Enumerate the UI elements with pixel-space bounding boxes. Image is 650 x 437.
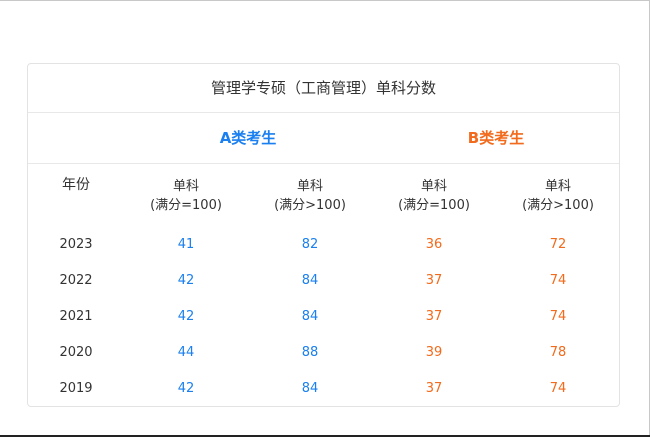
- cell-b-single-gt100: 72: [549, 237, 567, 252]
- cell-b-single-gt100: 74: [549, 381, 567, 396]
- header-a-single-100-line2: (满分=100): [150, 198, 222, 213]
- cell-a-single-100: 44: [177, 345, 195, 360]
- cell-b-single-gt100: 78: [549, 345, 567, 360]
- header-a-single-gt100-line2: (满分>100): [274, 198, 346, 213]
- cell-a-single-gt100: 84: [301, 381, 319, 396]
- cell-a-single-100: 42: [177, 381, 195, 396]
- table-row: 2020 44 88 39 78: [28, 335, 619, 371]
- table-row: 2023 41 82 36 72: [28, 227, 619, 263]
- table-row: 2022 42 84 37 74: [28, 263, 619, 299]
- header-b-single-gt100-line2: (满分>100): [522, 198, 594, 213]
- cell-b-single-100: 37: [425, 273, 443, 288]
- header-b-single-100-line1: 单科: [420, 179, 447, 194]
- group-b-label: B类考生: [467, 129, 525, 147]
- cell-year: 2023: [59, 237, 93, 252]
- header-a-single-100-line1: 单科: [172, 179, 199, 194]
- frame-top-border: [0, 0, 650, 1]
- cell-b-single-100: 37: [425, 381, 443, 396]
- cell-a-single-100: 41: [177, 237, 195, 252]
- header-b-single-100: 单科 (满分=100): [372, 177, 496, 215]
- cell-a-single-100: 42: [177, 273, 195, 288]
- header-b-single-gt100: 单科 (满分>100): [496, 177, 619, 215]
- header-year: 年份: [62, 177, 90, 193]
- cell-b-single-100: 37: [425, 309, 443, 324]
- table-title: 管理学专硕（工商管理）单科分数: [28, 64, 619, 113]
- group-header-row: A类考生 B类考生: [28, 113, 619, 164]
- group-a-label: A类考生: [219, 129, 277, 147]
- cell-b-single-gt100: 74: [549, 273, 567, 288]
- cell-year: 2020: [59, 345, 93, 360]
- cell-year: 2022: [59, 273, 93, 288]
- header-a-single-100: 单科 (满分=100): [124, 177, 248, 215]
- cell-a-single-gt100: 82: [301, 237, 319, 252]
- header-a-single-gt100: 单科 (满分>100): [248, 177, 372, 215]
- cell-b-single-100: 39: [425, 345, 443, 360]
- cell-a-single-gt100: 88: [301, 345, 319, 360]
- score-table-card: 管理学专硕（工商管理）单科分数 A类考生 B类考生 年份 单科 (满分=100)…: [27, 63, 620, 407]
- cell-b-single-gt100: 74: [549, 309, 567, 324]
- cell-year: 2019: [59, 381, 93, 396]
- header-a-single-gt100-line1: 单科: [296, 179, 323, 194]
- table-row: 2019 42 84 37 74: [28, 371, 619, 406]
- cell-b-single-100: 36: [425, 237, 443, 252]
- header-b-single-gt100-line1: 单科: [544, 179, 571, 194]
- cell-a-single-gt100: 84: [301, 273, 319, 288]
- cell-a-single-gt100: 84: [301, 309, 319, 324]
- table-row: 2021 42 84 37 74: [28, 299, 619, 335]
- cell-year: 2021: [59, 309, 93, 324]
- header-b-single-100-line2: (满分=100): [398, 198, 470, 213]
- column-header-row: 年份 单科 (满分=100) 单科 (满分>100) 单科 (满分=100) 单…: [28, 174, 619, 224]
- cell-a-single-100: 42: [177, 309, 195, 324]
